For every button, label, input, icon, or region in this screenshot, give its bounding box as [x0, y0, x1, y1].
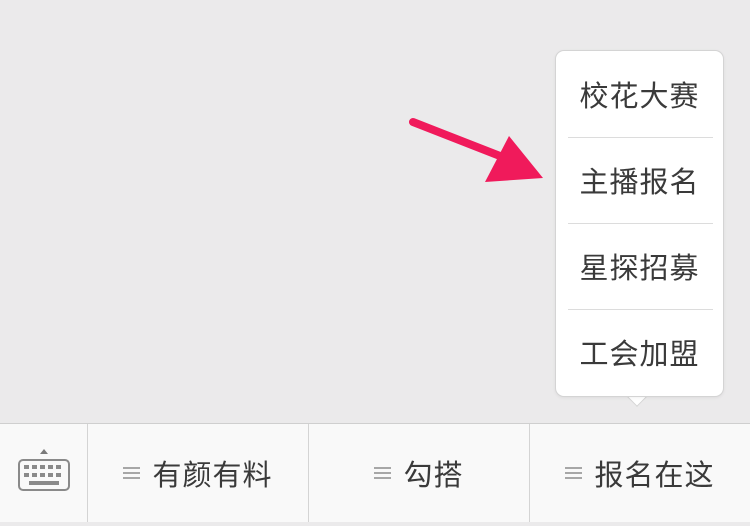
- menu-tab-label: 有颜有料: [152, 458, 273, 492]
- menu-lines-icon: [374, 464, 392, 482]
- keyboard-toggle-button[interactable]: [0, 424, 88, 522]
- menu-tab-label: 勾搭: [403, 458, 464, 492]
- annotation-arrow: [409, 118, 543, 182]
- submenu-item-campus-beauty[interactable]: 校花大赛: [556, 51, 723, 137]
- keyboard-icon: [18, 449, 70, 491]
- menu-lines-icon: [123, 464, 141, 482]
- submenu-item-guild-join[interactable]: 工会加盟: [556, 309, 723, 395]
- menu-tab-hookup[interactable]: 勾搭: [309, 424, 530, 522]
- submenu-item-talent-scout[interactable]: 星探招募: [556, 223, 723, 309]
- menu-tab-label: 报名在这: [594, 458, 715, 492]
- menu-tab-looks-and-content[interactable]: 有颜有料: [88, 424, 309, 522]
- submenu-item-streamer-signup[interactable]: 主播报名: [556, 137, 723, 223]
- bottom-menu-bar: 有颜有料 勾搭 报名在这: [0, 423, 750, 522]
- menu-lines-icon: [565, 464, 583, 482]
- submenu-popup: 校花大赛 主播报名 星探招募 工会加盟: [555, 50, 724, 397]
- menu-tab-signup-here[interactable]: 报名在这: [530, 424, 750, 522]
